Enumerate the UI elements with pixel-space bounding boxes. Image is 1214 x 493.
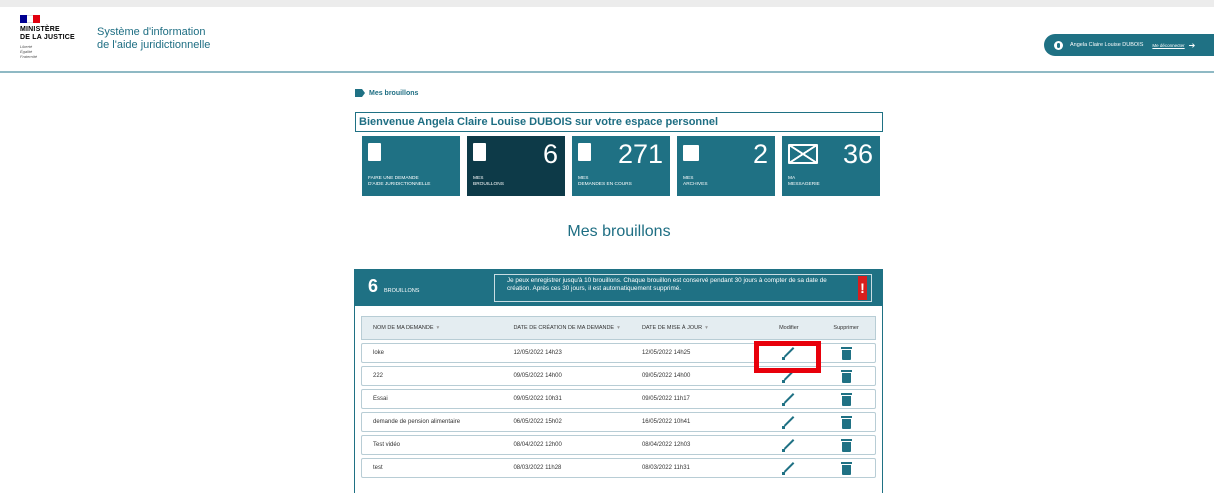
- document-icon: [368, 143, 381, 161]
- tile-messages[interactable]: 36 MA MESSAGERIE: [782, 136, 880, 196]
- draft-created: 08/03/2022 11h28: [513, 465, 562, 471]
- dashboard-tiles: FAIRE UNE DEMANDE D'AIDE JURIDICTIONNELL…: [362, 136, 880, 196]
- tile-archives[interactable]: 2 MES ARCHIVES: [677, 136, 775, 196]
- drafts-notice-text: Je peux enregistrer jusqu'à 10 brouillon…: [507, 277, 827, 292]
- user-name: Angela Claire Louise DUBOIS: [1070, 42, 1144, 48]
- page-title: Mes brouillons: [567, 223, 671, 240]
- logo-title: MINISTÈRE DE LA JUSTICE: [20, 26, 75, 41]
- user-icon: [1054, 40, 1063, 50]
- table-row: loke 12/05/2022 14h23 12/05/2022 14h25: [361, 343, 876, 363]
- mail-icon: [788, 144, 818, 164]
- table-row: Essai 09/05/2022 10h31 09/05/2022 11h17: [361, 389, 876, 409]
- column-delete: Supprimer: [833, 325, 859, 331]
- draft-created: 09/05/2022 10h31: [513, 396, 562, 402]
- tile-count: 271: [617, 139, 663, 169]
- draft-name: test: [373, 465, 383, 471]
- french-flag-icon: [20, 15, 41, 23]
- column-name[interactable]: NOM DE MA DEMANDE ▾: [362, 325, 504, 331]
- drafts-count-label: BROUILLONS: [384, 288, 420, 294]
- table-header: NOM DE MA DEMANDE ▾ DATE DE CRÉATION DE M…: [361, 316, 876, 340]
- drafts-count: 6: [368, 276, 379, 296]
- tile-label: MES BROUILLONS: [473, 176, 504, 187]
- pending-document-icon: [578, 143, 591, 161]
- edit-pencil-icon[interactable]: [781, 461, 796, 475]
- draft-name: loke: [373, 350, 385, 356]
- logo-motto: Liberté Égalité Fraternité: [20, 44, 38, 59]
- draft-updated: 16/05/2022 10h41: [641, 419, 691, 425]
- tile-new-request[interactable]: FAIRE UNE DEMANDE D'AIDE JURIDICTIONNELL…: [362, 136, 460, 196]
- tile-label: MES DEMANDES EN COURS: [578, 176, 632, 187]
- welcome-banner: Bienvenue Angela Claire Louise DUBOIS su…: [355, 112, 883, 132]
- trash-icon[interactable]: [840, 415, 852, 429]
- draft-name: Essai: [373, 396, 388, 402]
- edit-pencil-icon[interactable]: [781, 346, 796, 360]
- draft-name: demande de pension alimentaire: [373, 419, 461, 425]
- page: MINISTÈRE DE LA JUSTICE Liberté Égalité …: [0, 0, 1214, 493]
- edit-pencil-icon[interactable]: [781, 392, 796, 406]
- draft-updated: 09/05/2022 14h00: [641, 373, 691, 379]
- table-row: test 08/03/2022 11h28 08/03/2022 11h31: [361, 458, 876, 478]
- edit-pencil-icon[interactable]: [781, 415, 796, 429]
- draft-updated: 09/05/2022 11h17: [641, 396, 690, 402]
- tile-label: MES ARCHIVES: [683, 176, 708, 187]
- drafts-table: NOM DE MA DEMANDE ▾ DATE DE CRÉATION DE M…: [361, 316, 876, 478]
- edit-pencil-icon[interactable]: [781, 438, 796, 452]
- draft-name: Test vidéo: [373, 442, 401, 448]
- logout-link[interactable]: Me déconnecter: [1152, 43, 1184, 48]
- column-updated[interactable]: DATE DE MISE À JOUR ▾: [634, 325, 761, 331]
- tile-count: 36: [842, 139, 873, 169]
- drafts-panel-header: 6 BROUILLONS Je peux enregistrer jusqu'à…: [355, 270, 882, 306]
- trash-icon[interactable]: [840, 392, 852, 406]
- edit-pencil-icon[interactable]: [781, 369, 796, 383]
- trash-icon[interactable]: [840, 369, 852, 383]
- draft-updated: 08/04/2022 12h03: [641, 442, 691, 448]
- table-row: demande de pension alimentaire 06/05/202…: [361, 412, 876, 432]
- tile-count: 2: [752, 139, 768, 169]
- column-edit: Modifier: [779, 325, 799, 331]
- breadcrumb: Mes brouillons: [355, 89, 418, 97]
- ministry-logo[interactable]: MINISTÈRE DE LA JUSTICE Liberté Égalité …: [20, 15, 84, 59]
- draft-updated: 12/05/2022 14h25: [641, 350, 691, 356]
- tile-label: MA MESSAGERIE: [788, 176, 820, 187]
- trash-icon[interactable]: [840, 346, 852, 360]
- draft-name: 222: [373, 373, 384, 379]
- drafts-notice: Je peux enregistrer jusqu'à 10 brouillon…: [494, 274, 872, 302]
- draft-created: 12/05/2022 14h23: [513, 350, 562, 356]
- sort-icon: ▾: [617, 325, 620, 331]
- header: MINISTÈRE DE LA JUSTICE Liberté Égalité …: [0, 7, 1214, 73]
- sort-icon: ▾: [436, 325, 440, 331]
- trash-icon[interactable]: [840, 461, 852, 475]
- draft-created: 08/04/2022 12h00: [513, 442, 562, 448]
- breadcrumb-arrow-icon: [355, 89, 365, 97]
- drafts-panel: 6 BROUILLONS Je peux enregistrer jusqu'à…: [354, 269, 883, 493]
- tile-count: 6: [542, 139, 558, 169]
- column-created[interactable]: DATE DE CRÉATION DE MA DEMANDE ▾: [504, 325, 634, 331]
- site-title[interactable]: Système d'information de l'aide juridict…: [97, 26, 210, 52]
- draft-updated: 08/03/2022 11h31: [641, 465, 690, 471]
- tile-label: FAIRE UNE DEMANDE D'AIDE JURIDICTIONNELL…: [368, 176, 431, 187]
- archive-icon: [683, 145, 699, 161]
- table-row: Test vidéo 08/04/2022 12h00 08/04/2022 1…: [361, 435, 876, 455]
- edit-document-icon: [473, 143, 486, 161]
- tile-drafts[interactable]: 6 MES BROUILLONS: [467, 136, 565, 196]
- trash-icon[interactable]: [840, 438, 852, 452]
- draft-created: 06/05/2022 15h02: [513, 419, 562, 425]
- sort-icon: ▾: [705, 325, 708, 331]
- tile-pending-requests[interactable]: 271 MES DEMANDES EN COURS: [572, 136, 670, 196]
- alert-icon: !: [858, 276, 867, 300]
- table-row: 222 09/05/2022 14h00 09/05/2022 14h00: [361, 366, 876, 386]
- breadcrumb-current: Mes brouillons: [369, 89, 419, 97]
- user-menu: Angela Claire Louise DUBOIS Me déconnect…: [1044, 34, 1214, 56]
- logout-icon[interactable]: ➔: [1189, 41, 1196, 50]
- draft-created: 09/05/2022 14h00: [513, 373, 562, 379]
